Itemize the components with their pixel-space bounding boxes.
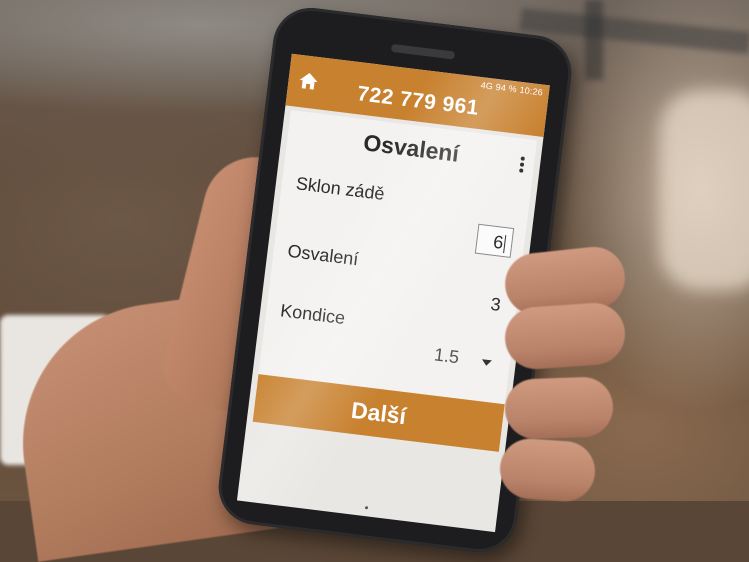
label-kondice: Kondice — [279, 300, 347, 329]
finger-little — [498, 436, 597, 504]
status-bar: 4G 94 % 10:26 — [480, 80, 544, 98]
background-cow — [660, 90, 749, 290]
phone-number: 722 779 961 — [356, 82, 481, 120]
osvaleni-input[interactable]: 3 — [489, 294, 502, 316]
chevron-down-icon — [481, 359, 492, 367]
background-post — [585, 0, 603, 80]
finger-ring — [503, 376, 615, 440]
kondice-value: 1.5 — [433, 344, 461, 368]
label-sklon-zade: Sklon zádě — [294, 173, 386, 204]
nav-dot — [364, 506, 369, 510]
kondice-select[interactable]: 1.5 — [428, 339, 499, 377]
home-icon[interactable] — [298, 71, 320, 91]
label-osvaleni: Osvalení — [286, 240, 360, 270]
sklon-zade-input[interactable]: 6 — [474, 223, 515, 258]
phone-speaker — [390, 43, 456, 60]
finger-middle — [502, 300, 628, 372]
